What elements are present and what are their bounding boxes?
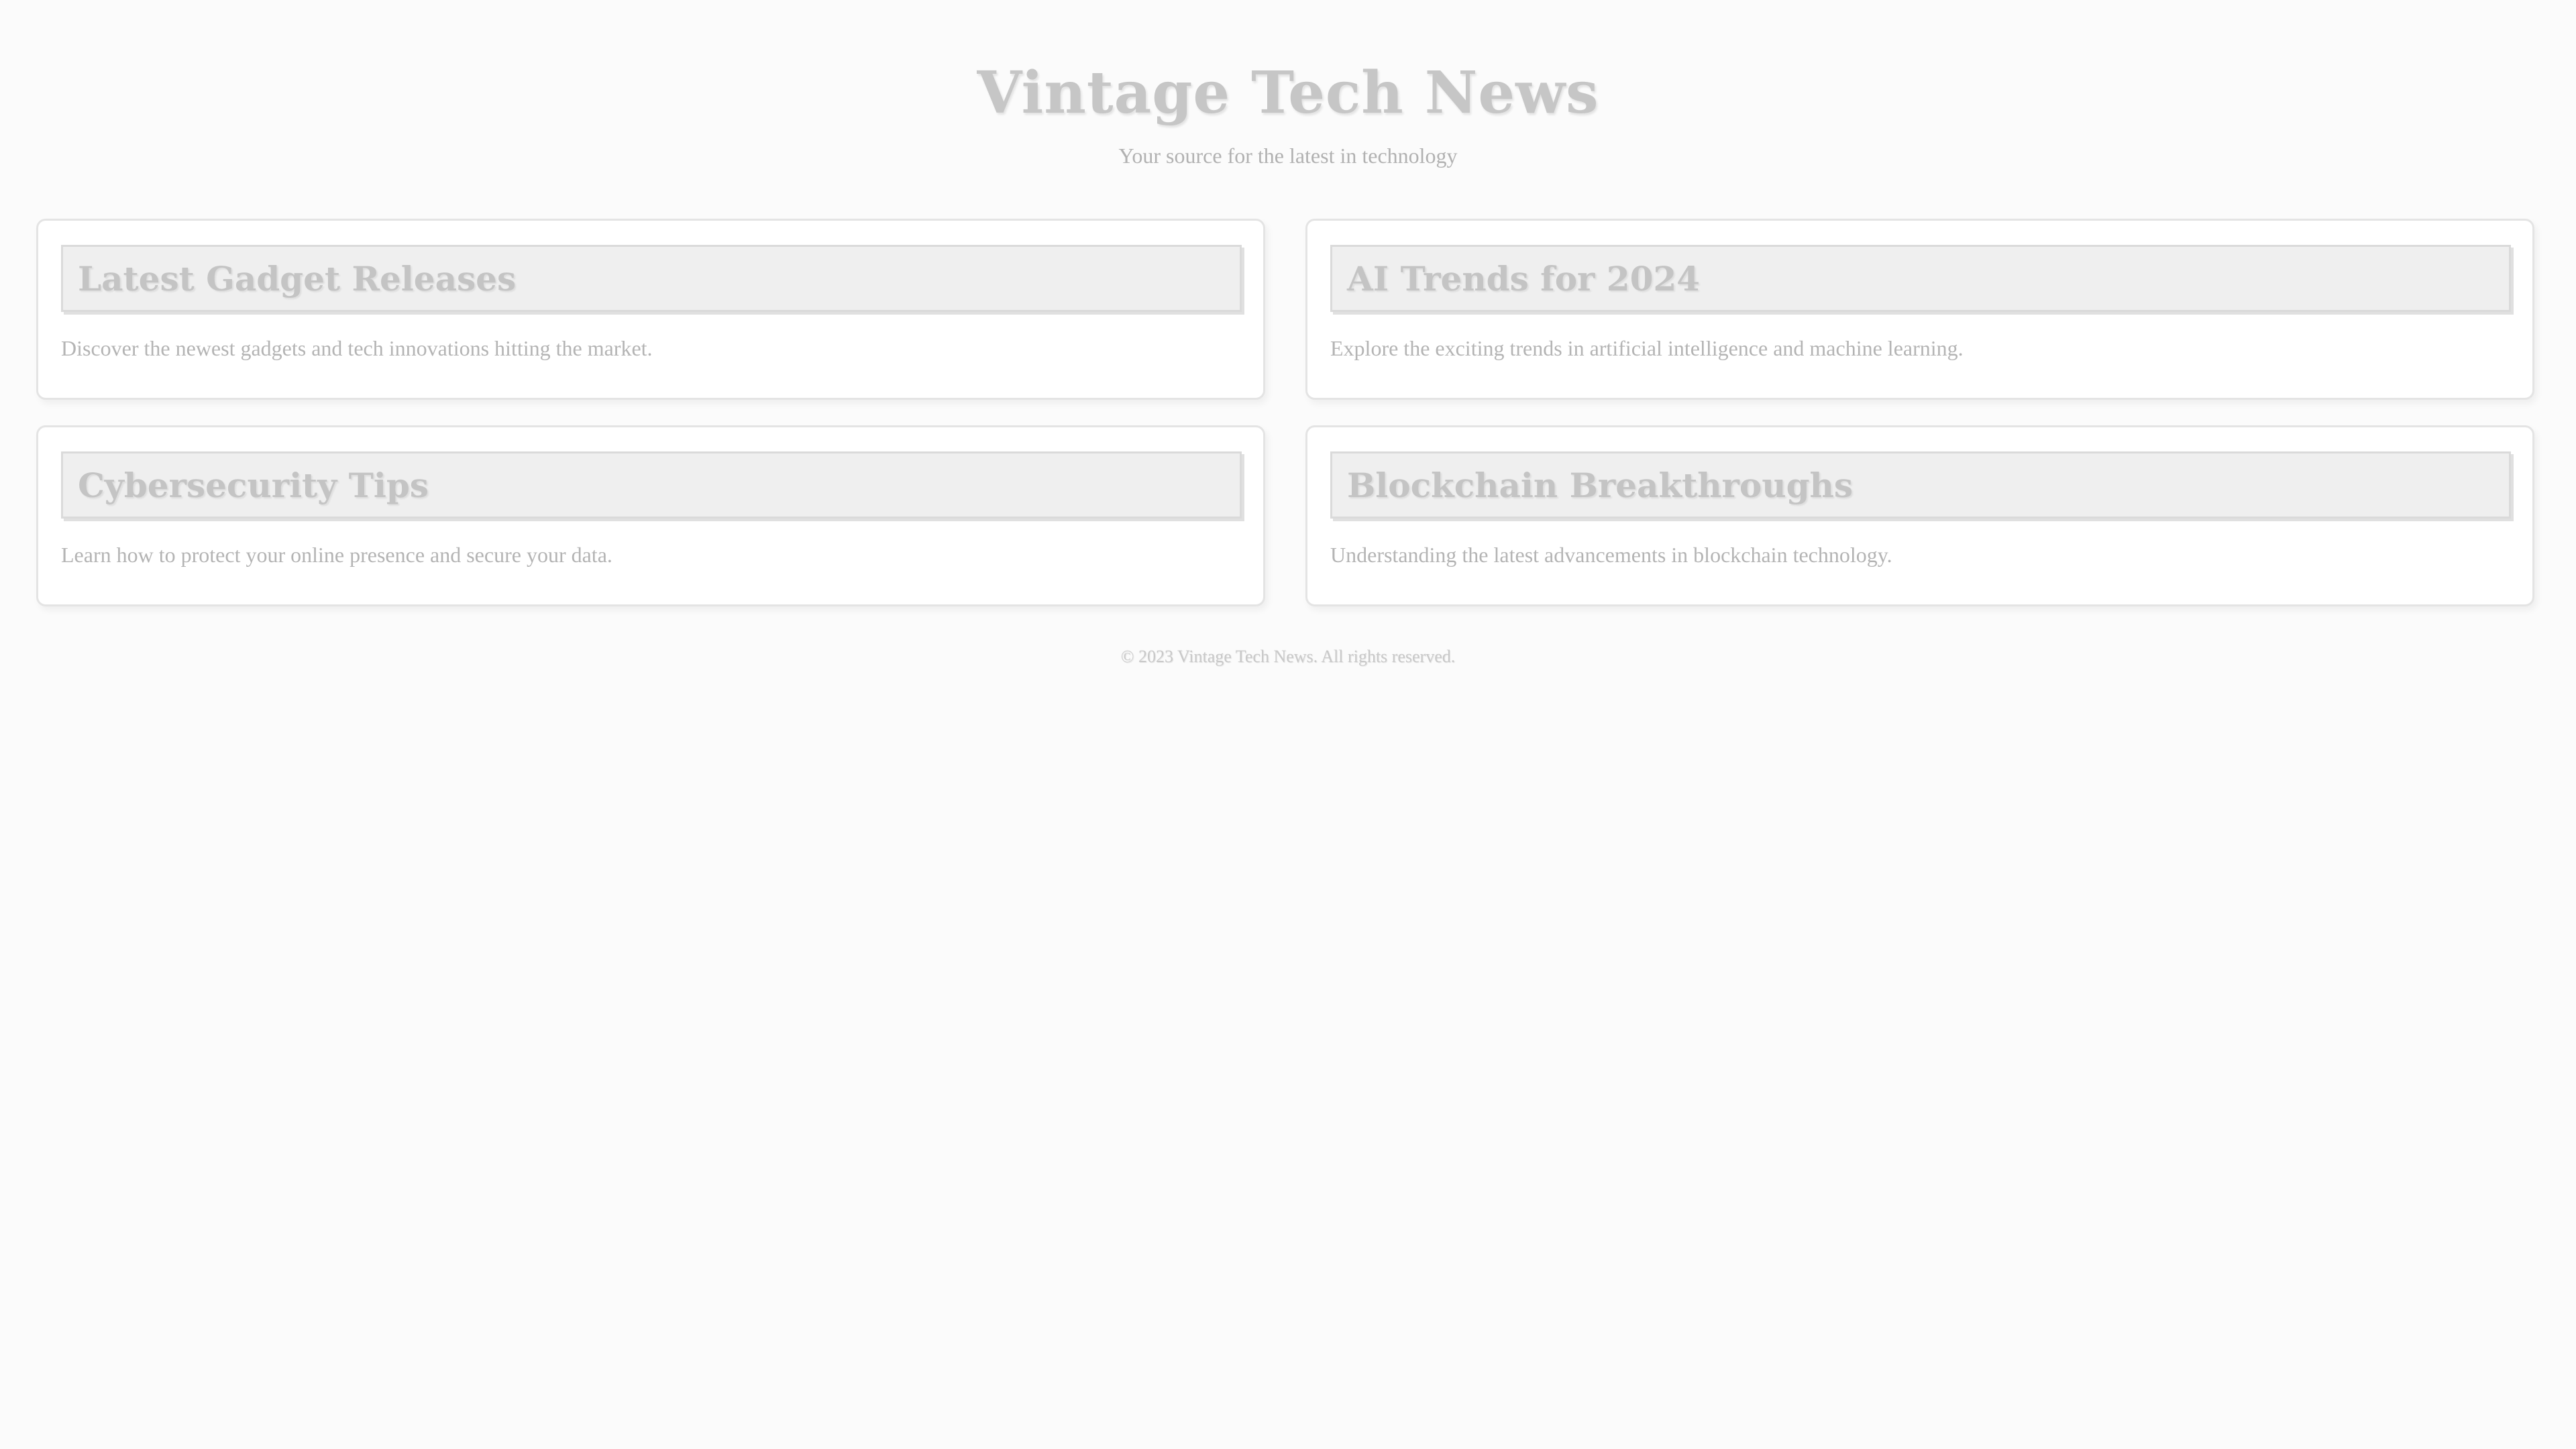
article-title[interactable]: AI Trends for 2024 — [1347, 259, 1700, 299]
article-card-ai-trends[interactable]: AI Trends for 2024 Explore the exciting … — [1305, 219, 2534, 400]
article-card-blockchain[interactable]: Blockchain Breakthroughs Understanding t… — [1305, 425, 2534, 606]
article-card-gadgets[interactable]: Latest Gadget Releases Discover the newe… — [36, 219, 1265, 400]
site-tagline: Your source for the latest in technology — [1118, 144, 1458, 168]
article-card-header: Latest Gadget Releases — [61, 245, 1242, 312]
article-summary: Learn how to protect your online presenc… — [61, 543, 612, 567]
article-card-header: Cybersecurity Tips — [61, 451, 1242, 519]
article-title[interactable]: Latest Gadget Releases — [78, 259, 516, 299]
article-card-header: Blockchain Breakthroughs — [1330, 451, 2511, 519]
article-summary: Discover the newest gadgets and tech inn… — [61, 336, 653, 360]
article-title[interactable]: Cybersecurity Tips — [78, 466, 429, 505]
article-card-header: AI Trends for 2024 — [1330, 245, 2511, 312]
article-summary: Understanding the latest advancements in… — [1330, 543, 1892, 567]
site-footer: © 2023 Vintage Tech News. All rights res… — [0, 645, 2576, 668]
site-title: Vintage Tech News — [977, 59, 1599, 127]
article-title[interactable]: Blockchain Breakthroughs — [1347, 466, 1853, 505]
footer-copyright: © 2023 Vintage Tech News. All rights res… — [1120, 647, 1456, 666]
site-header: Vintage Tech News Your source for the la… — [0, 0, 2576, 169]
article-grid: Latest Gadget Releases Discover the newe… — [36, 219, 2534, 606]
article-card-cybersecurity[interactable]: Cybersecurity Tips Learn how to protect … — [36, 425, 1265, 606]
page: Vintage Tech News Your source for the la… — [0, 0, 2576, 1449]
article-summary: Explore the exciting trends in artificia… — [1330, 336, 1964, 360]
